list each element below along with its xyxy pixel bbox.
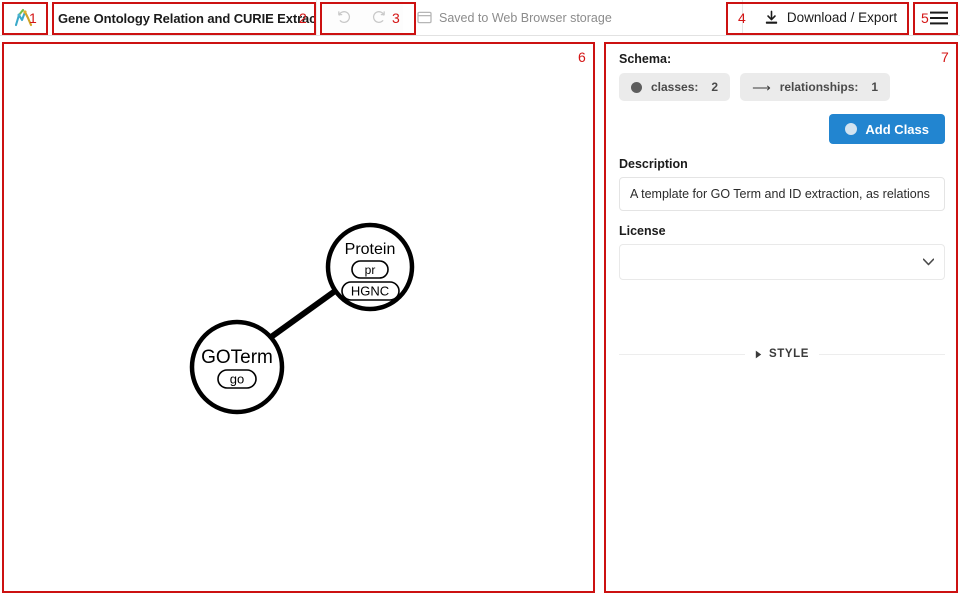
download-export-button[interactable]: Download / Export: [742, 0, 918, 35]
redo-icon: [372, 11, 385, 23]
style-section-label: STYLE: [768, 348, 810, 360]
hamburger-menu-icon: [930, 11, 948, 24]
classes-badge-label: classes:: [651, 80, 699, 94]
graph-node-protein[interactable]: Protein pr HGNC: [325, 222, 415, 312]
main-menu-button[interactable]: [918, 0, 960, 35]
arrow-right-icon: ⟶: [752, 79, 771, 95]
add-class-row: Add Class: [619, 114, 945, 144]
schema-graph-canvas[interactable]: Protein pr HGNC GOTerm go: [3, 42, 595, 592]
schema-section-label: Schema:: [619, 52, 672, 66]
graph-svg: Protein pr HGNC GOTerm go: [189, 222, 415, 415]
filled-circle-icon: [631, 81, 642, 93]
add-class-label: Add Class: [865, 121, 929, 137]
classes-badge: classes: 2: [619, 73, 731, 101]
protein-node-label: Protein: [345, 241, 396, 258]
protein-tag-hgnc-label: HGNC: [351, 284, 389, 299]
schema-title-text: Gene Ontology Relation and CURIE Extract…: [58, 10, 340, 26]
app-root: Gene Ontology Relation and CURIE Extract…: [0, 0, 960, 600]
add-class-circle-icon: [845, 123, 858, 135]
protein-tag-pr-label: pr: [365, 263, 376, 277]
schema-properties-panel: Schema: classes: 2 ⟶ relationships: 1 Ad…: [607, 42, 957, 592]
relationships-badge-count: 1: [871, 80, 879, 94]
save-status-text: Saved to Web Browser storage: [439, 10, 612, 25]
browser-window-icon: [417, 11, 432, 24]
style-section-toggle[interactable]: STYLE: [619, 348, 945, 360]
graph-node-goterm[interactable]: GOTerm go: [189, 319, 285, 415]
undo-button[interactable]: [331, 5, 357, 31]
classes-badge-count: 2: [711, 80, 719, 94]
description-label: Description: [619, 157, 688, 171]
license-label: License: [619, 224, 666, 238]
save-status: Saved to Web Browser storage: [403, 0, 742, 35]
license-select-wrapper: [619, 244, 945, 280]
top-toolbar: Gene Ontology Relation and CURIE Extract…: [0, 0, 960, 36]
license-select[interactable]: [619, 244, 945, 280]
undo-icon: [337, 11, 350, 23]
download-icon: [765, 10, 777, 24]
triangle-right-icon: [755, 350, 762, 358]
goterm-tag-go-label: go: [230, 372, 244, 387]
relationships-badge: ⟶ relationships: 1: [740, 73, 891, 101]
style-divider-line-left: [619, 353, 745, 355]
chemical-structure-logo-icon: [14, 8, 33, 26]
goterm-node-label: GOTerm: [201, 347, 273, 368]
download-export-label: Download / Export: [786, 10, 898, 25]
history-controls: [316, 0, 403, 35]
style-divider-line-right: [819, 353, 945, 355]
schema-title-field[interactable]: Gene Ontology Relation and CURIE Extract…: [48, 0, 340, 36]
redo-button[interactable]: [365, 5, 391, 31]
app-logo[interactable]: [0, 0, 48, 35]
style-section-header: STYLE: [755, 348, 809, 360]
description-input[interactable]: [619, 177, 945, 211]
relationships-badge-label: relationships:: [779, 80, 859, 94]
add-class-button[interactable]: Add Class: [829, 114, 945, 144]
schema-stats: classes: 2 ⟶ relationships: 1: [619, 73, 945, 101]
